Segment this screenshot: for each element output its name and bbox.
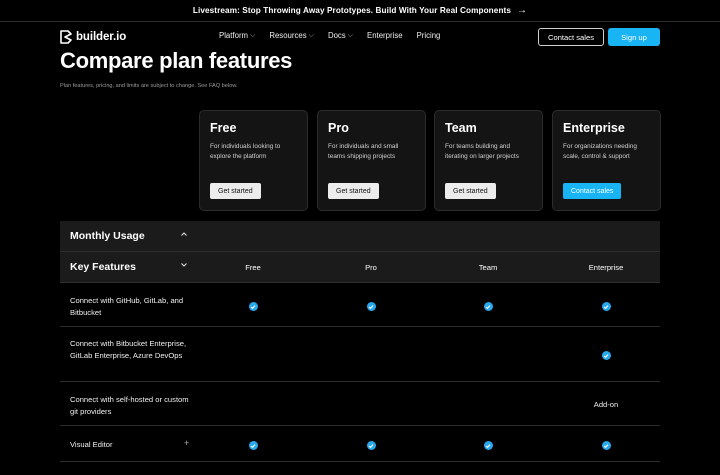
plan-card-pro: Pro For individuals and small teams ship… [317, 110, 426, 211]
chevron-down-icon: ⌵ [347, 31, 354, 39]
menu-item-label: Platform [219, 31, 249, 40]
check-circle-icon [366, 441, 376, 450]
plan-description: For individuals looking to explore the p… [210, 143, 281, 160]
main-menu: Platform ⌵ Resources ⌵ Docs ⌵ Enterprise… [219, 31, 440, 40]
check-circle-icon [248, 441, 258, 450]
sign-up-button[interactable]: Sign up [608, 28, 660, 46]
table-row: Connect with GitHub, GitLab, and Bitbuck… [60, 283, 660, 327]
plan-name: Free [210, 121, 237, 135]
plan-description: For teams building and iterating on larg… [445, 143, 519, 160]
plan-name: Enterprise [563, 121, 625, 135]
plan-card-team: Team For teams building and iterating on… [434, 110, 543, 211]
add-on-label: Add-on [593, 400, 619, 409]
chevron-down-icon: ⌵ [308, 31, 314, 39]
feature-label: Connect with self-hosted or custom git p… [70, 395, 189, 416]
plan-card-free: Free For individuals looking to explore … [199, 110, 308, 211]
plan-name: Team [445, 121, 477, 135]
check-circle-icon [483, 302, 493, 311]
check-circle-icon [601, 351, 611, 360]
menu-item-label: Docs [327, 31, 346, 40]
check-circle-icon [601, 441, 611, 450]
section-title: Key Features [70, 261, 136, 273]
menu-item-label: Resources [269, 31, 307, 40]
menu-item-pricing[interactable]: Pricing [417, 31, 441, 40]
page-title: Compare plan features [60, 48, 293, 73]
menu-item-enterprise[interactable]: Enterprise [367, 31, 403, 40]
page-subtitle: Plan features, pricing, and limits are s… [60, 83, 238, 89]
table-row: Connect with self-hosted or custom git p… [60, 382, 660, 426]
menu-item-docs[interactable]: Docs ⌵ [328, 31, 353, 40]
menu-item-label: Enterprise [367, 31, 403, 40]
column-header-pro: Pro [365, 263, 377, 272]
column-header-team: Team [478, 263, 498, 272]
plan-description: For individuals and small teams shipping… [328, 143, 399, 160]
get-started-button[interactable]: Get started [445, 183, 496, 199]
logo[interactable]: builder.io [60, 30, 126, 44]
check-circle-icon [483, 441, 493, 450]
chevron-down-icon: ⌵ [250, 31, 256, 39]
section-title: Monthly Usage [70, 230, 145, 242]
announcement-banner[interactable]: Livestream: Stop Throwing Away Prototype… [0, 0, 720, 22]
column-header-free: Free [245, 263, 261, 272]
menu-item-platform[interactable]: Platform ⌵ [219, 31, 255, 40]
plus-icon[interactable]: + [184, 438, 189, 448]
table-row: Connect with Bitbucket Enterprise, GitLa… [60, 327, 660, 382]
section-key-features[interactable]: Key Features Free Pro Team Enterprise [60, 252, 660, 283]
plan-name: Pro [328, 121, 349, 135]
get-started-button[interactable]: Get started [210, 183, 261, 199]
plan-card-enterprise: Enterprise For organizations needing sca… [552, 110, 661, 211]
feature-label: Visual Editor [70, 440, 113, 449]
banner-text[interactable]: Livestream: Stop Throwing Away Prototype… [193, 6, 511, 15]
plan-description: For organizations needing scale, control… [563, 143, 637, 160]
menu-item-resources[interactable]: Resources ⌵ [269, 31, 314, 40]
contact-sales-button[interactable]: Contact sales [563, 183, 622, 199]
get-started-button[interactable]: Get started [328, 183, 379, 199]
section-monthly-usage[interactable]: Monthly Usage [60, 221, 660, 252]
feature-label: Connect with Bitbucket Enterprise, GitLa… [70, 339, 187, 360]
check-circle-icon [366, 302, 376, 311]
logo-text: builder.io [76, 31, 127, 43]
contact-sales-button[interactable]: Contact sales [538, 28, 604, 46]
table-row[interactable]: Visual Editor + [60, 426, 660, 462]
chevron-up-icon[interactable] [180, 230, 188, 240]
column-header-enterprise: Enterprise [588, 263, 624, 272]
check-circle-icon [248, 302, 258, 311]
check-circle-icon [601, 302, 611, 311]
menu-item-label: Pricing [416, 31, 441, 40]
arrow-right-icon: → [517, 5, 528, 16]
builder-logo-icon [60, 30, 72, 44]
feature-label: Connect with GitHub, GitLab, and Bitbuck… [70, 296, 184, 317]
chevron-down-icon[interactable] [180, 261, 188, 271]
comparison-table: Monthly Usage Key Features Free Pro Team… [60, 221, 660, 462]
